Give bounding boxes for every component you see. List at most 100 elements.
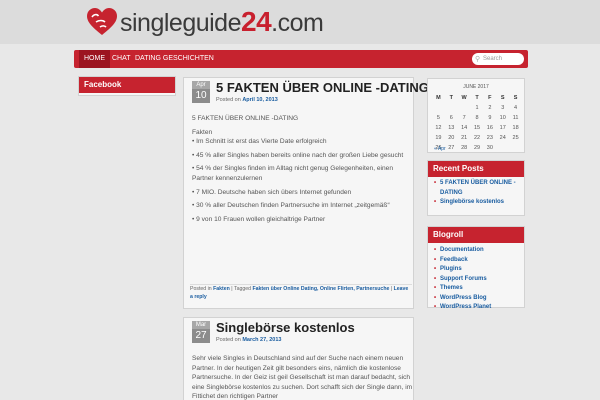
calendar-day: 21 [461, 135, 468, 141]
facebook-widget: Facebook [78, 76, 176, 96]
calendar-day: 24 [499, 135, 506, 141]
post-2-body: Sehr viele Singles in Deutschland sind a… [192, 355, 413, 400]
post-1-day: 10 [195, 90, 207, 101]
recent-posts-widget: Recent Posts 5 FAKTEN ÜBER ONLINE -DATIN… [427, 160, 525, 216]
recent-post-link[interactable]: 5 FAKTEN ÜBER ONLINE -DATING [434, 179, 518, 198]
blogroll-link[interactable]: WordPress Blog [434, 294, 518, 304]
logo-text: singleguide24.com [120, 6, 324, 38]
calendar-day-header: M [436, 95, 441, 101]
calendar-day: 2 [488, 105, 492, 111]
blogroll-title: Blogroll [428, 227, 524, 243]
post-1-month: Apr [192, 81, 210, 89]
post-1-paragraph: • 54 % der Singles finden im Alltag nich… [192, 165, 393, 182]
post-2-posted-on: Posted on [216, 337, 241, 343]
blogroll-link[interactable]: WordPress Planet [434, 303, 518, 313]
search-input[interactable]: ⚲ Search [472, 53, 524, 65]
post-1-paragraph: • 45 % aller Singles haben bereits onlin… [192, 151, 404, 159]
post-2-day: 27 [195, 330, 207, 341]
calendar-day: 20 [448, 135, 455, 141]
tagged-label: | Tagged [231, 286, 251, 292]
blogroll-link[interactable]: Feedback [434, 256, 518, 266]
calendar-day: 28 [461, 145, 468, 151]
calendar-day-header: S [513, 95, 518, 101]
calendar-grid: M T W T F S S 1234 5 6 7 8 9 10 11 12 13 14 15 16 1… [432, 93, 522, 153]
post-2-title[interactable]: Singlebörse kostenlos [216, 320, 355, 335]
post-1-title[interactable]: 5 FAKTEN ÜBER ONLINE -DATING [216, 80, 429, 95]
calendar-day: 15 [473, 125, 481, 131]
calendar-day-header: T [449, 95, 453, 101]
calendar-day [496, 143, 509, 153]
posted-in-label: Posted in [190, 286, 212, 292]
logo-domain: .com [271, 9, 324, 37]
calendar-day: 30 [486, 145, 493, 151]
calendar-day: 4 [514, 105, 518, 111]
search-icon: ⚲ [475, 56, 481, 63]
post-1-date-link[interactable]: April 10, 2013 [242, 97, 277, 103]
calendar-day: 8 [475, 115, 479, 121]
post-1-paragraph: 5 FAKTEN ÜBER ONLINE -DATING [192, 115, 299, 122]
site-header: singleguide24.com [0, 0, 600, 44]
post-2-month: Mar [192, 321, 210, 329]
post-2-meta: Posted on March 27, 2013 [216, 337, 281, 343]
recent-post-link[interactable]: Singlebörse kostenlos [434, 198, 518, 208]
post-1-body: 5 FAKTEN ÜBER ONLINE -DATING Fakten • Im… [192, 114, 414, 228]
calendar-week: 5 6 7 8 9 10 11 [432, 113, 522, 123]
site-logo[interactable]: singleguide24.com [86, 6, 324, 38]
calendar-day-header: F [488, 95, 492, 101]
post-1-posted-on: Posted on [216, 97, 241, 103]
blogroll-link[interactable]: Themes [434, 284, 518, 294]
calendar-day [458, 103, 471, 113]
calendar-day: 19 [435, 135, 442, 141]
category-link[interactable]: Fakten [213, 286, 230, 292]
calendar-caption: JUNE 2017 [463, 84, 489, 90]
blogroll-link[interactable]: Support Forums [434, 275, 518, 285]
calendar-day: 12 [435, 125, 442, 131]
calendar-prev-link[interactable]: « Apr [434, 146, 446, 152]
logo-number: 24 [241, 6, 272, 37]
calendar-widget: JUNE 2017 M T W T F S S 1234 5 6 7 8 9 10 11 1… [427, 78, 525, 153]
calendar-day-header: W [461, 95, 467, 101]
calendar-day: 11 [512, 115, 519, 121]
calendar-day-header: S [500, 95, 505, 101]
post-1-paragraph: Fakten • Im Schnitt ist erst das Vierte … [192, 128, 327, 146]
logo-name: singleguide [120, 9, 242, 37]
nav-home[interactable]: HOME [79, 50, 110, 68]
blogroll-widget: Blogroll Documentation Feedback Plugins … [427, 226, 525, 312]
calendar-day [432, 103, 445, 113]
main-navigation: HOME CHAT DATING GESCHICHTEN [74, 50, 528, 68]
calendar-day: 5 [436, 115, 440, 121]
heart-logo-icon [87, 8, 117, 35]
calendar-day: 14 [461, 125, 468, 131]
facebook-widget-title: Facebook [79, 77, 175, 93]
tags-links[interactable]: Fakten über Online Dating, Online Flirte… [252, 286, 389, 292]
calendar-day: 1 [475, 105, 479, 111]
blogroll-list: Documentation Feedback Plugins Support F… [428, 243, 524, 317]
post-2-date-badge: Mar 27 [192, 321, 210, 343]
calendar-week: 19 20 21 22 23 24 25 [432, 133, 522, 143]
search-placeholder: Search [483, 56, 503, 62]
calendar-day: 25 [512, 135, 519, 141]
calendar-day: 18 [512, 125, 519, 131]
calendar-week: 1 2 3 4 [432, 103, 522, 113]
calendar-day [445, 103, 458, 113]
calendar-day: 27 [448, 145, 455, 151]
nav-dating-geschichten[interactable]: DATING GESCHICHTEN [130, 50, 219, 68]
recent-posts-list: 5 FAKTEN ÜBER ONLINE -DATING Singlebörse… [428, 177, 524, 212]
post-2-date-link[interactable]: March 27, 2013 [242, 337, 281, 343]
post-1: Apr 10 5 FAKTEN ÜBER ONLINE -DATING Post… [183, 77, 429, 309]
post-1-footer: Posted in Fakten | Tagged Fakten über On… [190, 284, 412, 301]
calendar-day: 29 [473, 145, 481, 151]
calendar-day [509, 143, 522, 153]
post-1-paragraph: • 7 MIO. Deutsche haben sich übers Inter… [192, 188, 352, 196]
calendar-day: 10 [499, 115, 506, 121]
calendar-day: 6 [449, 115, 453, 121]
blogroll-link[interactable]: Plugins [434, 265, 518, 275]
recent-posts-title: Recent Posts [428, 161, 524, 177]
blogroll-link[interactable]: Documentation [434, 246, 518, 256]
calendar-day: 9 [488, 115, 492, 121]
calendar-day: 16 [486, 125, 493, 131]
calendar-day: 22 [473, 135, 481, 141]
post-1-meta: Posted on April 10, 2013 [216, 97, 278, 103]
calendar-day: 17 [499, 125, 506, 131]
post-1-paragraph: • 30 % aller Deutschen finden Partnersuc… [192, 202, 390, 210]
